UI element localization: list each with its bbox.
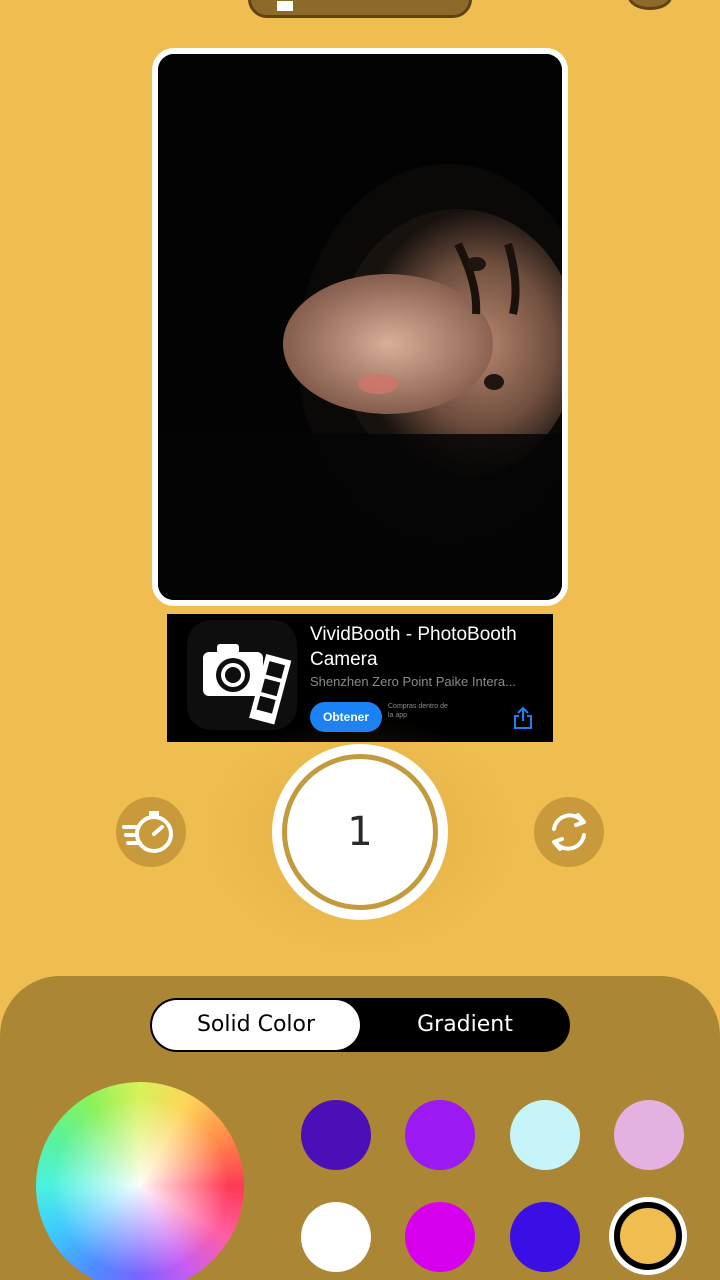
color-swatch[interactable] xyxy=(510,1202,580,1272)
shot-count: 1 xyxy=(347,809,373,855)
color-panel: Solid Color Gradient xyxy=(0,976,720,1280)
color-swatch[interactable] xyxy=(301,1100,371,1170)
color-swatch[interactable] xyxy=(510,1100,580,1170)
timer-icon xyxy=(122,811,173,853)
color-swatch[interactable] xyxy=(405,1202,475,1272)
tab-solid-color[interactable]: Solid Color xyxy=(152,1000,360,1050)
ad-developer: Shenzhen Zero Point Paike Intera... xyxy=(310,674,516,689)
color-swatch[interactable] xyxy=(614,1202,682,1270)
camera-preview xyxy=(158,54,562,600)
mode-pill[interactable] xyxy=(248,0,472,18)
settings-icon[interactable] xyxy=(628,0,672,10)
camera-preview-frame xyxy=(152,48,568,606)
color-wheel[interactable] xyxy=(36,1082,244,1280)
flip-camera-button[interactable] xyxy=(534,797,604,867)
preview-image xyxy=(158,54,562,600)
shutter-button[interactable]: 1 xyxy=(272,744,448,920)
mode-icon xyxy=(277,1,293,11)
color-swatch[interactable] xyxy=(405,1100,475,1170)
color-swatch[interactable] xyxy=(614,1100,684,1170)
color-swatch[interactable] xyxy=(301,1202,371,1272)
tab-gradient[interactable]: Gradient xyxy=(362,1000,568,1050)
camera-filmstrip-icon xyxy=(187,620,297,730)
flip-camera-icon xyxy=(552,813,586,851)
ad-title: VividBooth - PhotoBooth Camera xyxy=(310,624,517,670)
timer-button[interactable] xyxy=(116,797,186,867)
background-mode-toggle: Solid Color Gradient xyxy=(150,998,570,1052)
share-icon[interactable] xyxy=(512,706,534,730)
